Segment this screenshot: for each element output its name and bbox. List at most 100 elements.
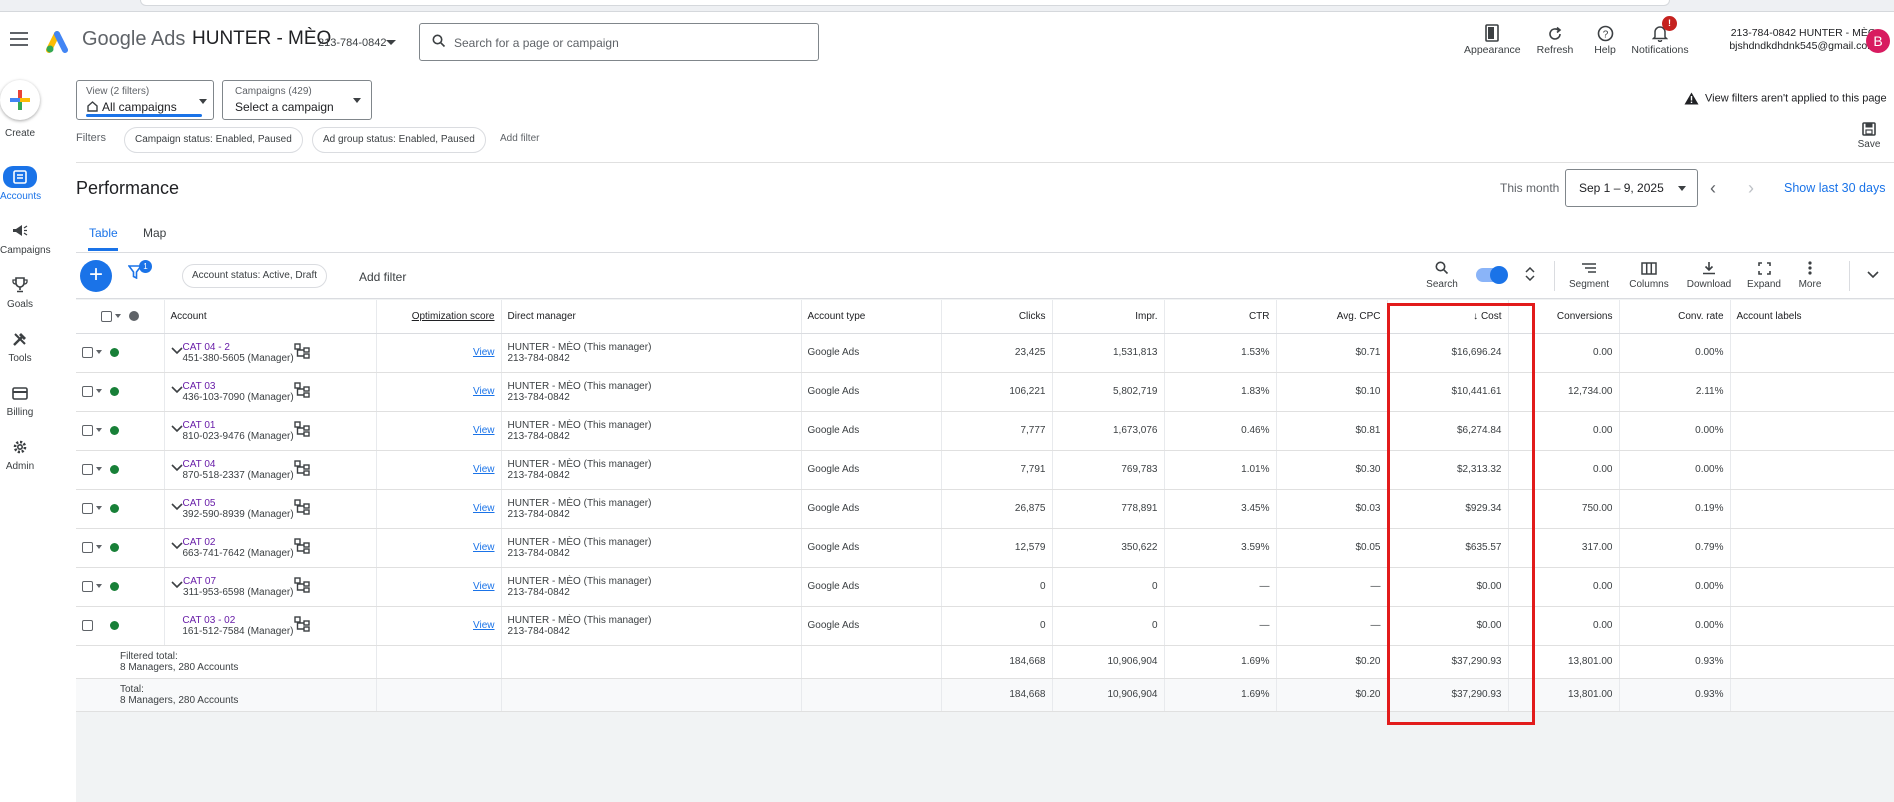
header-conversions[interactable]: Conversions bbox=[1508, 300, 1620, 334]
view-optimization-link[interactable]: View bbox=[473, 386, 495, 397]
row-checkbox[interactable] bbox=[82, 346, 93, 358]
nav-item-accounts[interactable]: Accounts bbox=[0, 166, 41, 202]
chevron-down-icon[interactable] bbox=[96, 350, 102, 355]
view-optimization-link[interactable]: View bbox=[473, 620, 495, 631]
user-account-info[interactable]: 213-784-0842 HUNTER - MÈO bjshdndkdhdnk5… bbox=[1706, 27, 1876, 53]
chevron-down-icon[interactable] bbox=[96, 428, 102, 433]
show-last-30-days-link[interactable]: Show last 30 days bbox=[1784, 181, 1885, 195]
chevron-down-icon[interactable] bbox=[1867, 271, 1879, 279]
header-select[interactable] bbox=[76, 300, 165, 334]
expand-collapse-button[interactable] bbox=[1520, 259, 1540, 291]
tab-map[interactable]: Map bbox=[143, 226, 166, 240]
view-optimization-link[interactable]: View bbox=[473, 347, 495, 358]
header-account-labels[interactable]: Account labels bbox=[1730, 300, 1894, 334]
previous-period-icon[interactable]: ‹ bbox=[1710, 179, 1716, 197]
hierarchy-icon[interactable] bbox=[293, 421, 310, 437]
view-optimization-link[interactable]: View bbox=[473, 464, 495, 475]
notifications-button[interactable]: ! Notifications bbox=[1628, 16, 1692, 56]
select-all-checkbox[interactable] bbox=[100, 310, 112, 322]
table-row[interactable]: CAT 03 436-103-7090 (Manager) View HUNTER -… bbox=[76, 372, 1894, 412]
search-input[interactable]: Search for a page or campaign bbox=[419, 23, 819, 61]
table-row[interactable]: CAT 07 311-953-6598 (Manager) View HUNTER -… bbox=[76, 567, 1894, 607]
view-optimization-link[interactable]: View bbox=[473, 542, 495, 553]
chevron-down-icon[interactable] bbox=[170, 464, 183, 472]
nav-item-tools[interactable]: Tools bbox=[0, 328, 40, 364]
table-search-button[interactable]: Search bbox=[1424, 259, 1460, 290]
filter-chip-campaign-status[interactable]: Campaign status: Enabled, Paused bbox=[124, 127, 303, 153]
hierarchy-icon[interactable] bbox=[293, 616, 310, 632]
row-checkbox[interactable] bbox=[82, 385, 93, 397]
row-checkbox[interactable] bbox=[82, 619, 93, 631]
chevron-down-icon[interactable] bbox=[170, 425, 183, 433]
chevron-down-icon[interactable] bbox=[170, 386, 183, 394]
account-link[interactable]: CAT 02 bbox=[183, 537, 294, 548]
nav-item-goals[interactable]: Goals bbox=[0, 274, 40, 310]
menu-icon[interactable] bbox=[10, 32, 28, 46]
nav-item-billing[interactable]: Billing bbox=[0, 382, 40, 418]
add-button[interactable]: + bbox=[80, 260, 112, 292]
hierarchy-icon[interactable] bbox=[293, 538, 310, 554]
chart-toggle[interactable] bbox=[1476, 266, 1508, 284]
filter-chip-account-status[interactable]: Account status: Active, Draft bbox=[182, 264, 328, 288]
more-button[interactable]: More bbox=[1792, 259, 1828, 290]
account-id[interactable]: 213-784-0842 bbox=[318, 37, 387, 49]
header-account[interactable]: Account bbox=[164, 300, 377, 334]
nav-item-campaigns[interactable]: Campaigns bbox=[0, 220, 51, 256]
chevron-down-icon[interactable] bbox=[170, 581, 183, 589]
chevron-down-icon[interactable] bbox=[96, 545, 102, 550]
hierarchy-icon[interactable] bbox=[293, 343, 310, 359]
view-optimization-link[interactable]: View bbox=[473, 503, 495, 514]
account-link[interactable]: CAT 07 bbox=[183, 576, 293, 587]
account-link[interactable]: CAT 03 - 02 bbox=[182, 615, 293, 626]
chevron-down-icon[interactable] bbox=[170, 542, 183, 550]
view-optimization-link[interactable]: View bbox=[473, 425, 495, 436]
columns-button[interactable]: Columns bbox=[1626, 259, 1672, 290]
appearance-button[interactable]: Appearance bbox=[1464, 20, 1521, 56]
account-link[interactable]: CAT 04 - 2 bbox=[183, 342, 294, 353]
account-switcher-caret-icon[interactable] bbox=[386, 40, 396, 45]
header-avg-cpc[interactable]: Avg. CPC bbox=[1276, 300, 1388, 334]
account-link[interactable]: CAT 04 bbox=[183, 459, 294, 470]
header-account-type[interactable]: Account type bbox=[801, 300, 942, 334]
row-checkbox[interactable] bbox=[82, 463, 93, 475]
create-button[interactable] bbox=[0, 80, 40, 120]
help-button[interactable]: ? Help bbox=[1590, 20, 1620, 56]
table-row[interactable]: CAT 05 392-590-8939 (Manager) View HUNTER -… bbox=[76, 489, 1894, 529]
header-optimization-score[interactable]: Optimization score bbox=[376, 300, 502, 334]
hierarchy-icon[interactable] bbox=[293, 460, 310, 476]
segment-button[interactable]: Segment bbox=[1564, 259, 1614, 290]
avatar[interactable]: B bbox=[1866, 29, 1890, 53]
table-row[interactable]: CAT 04 870-518-2337 (Manager) View HUNTER -… bbox=[76, 450, 1894, 490]
save-button[interactable]: Save bbox=[1856, 122, 1882, 150]
row-checkbox[interactable] bbox=[82, 541, 93, 553]
view-optimization-link[interactable]: View bbox=[473, 581, 495, 592]
chevron-down-icon[interactable] bbox=[96, 389, 102, 394]
header-impressions[interactable]: Impr. bbox=[1052, 300, 1165, 334]
hierarchy-icon[interactable] bbox=[293, 382, 310, 398]
row-checkbox[interactable] bbox=[82, 502, 93, 514]
header-ctr[interactable]: CTR bbox=[1164, 300, 1277, 334]
header-clicks[interactable]: Clicks bbox=[941, 300, 1053, 334]
chevron-down-icon[interactable] bbox=[170, 347, 183, 355]
hierarchy-icon[interactable] bbox=[293, 577, 310, 593]
account-link[interactable]: CAT 03 bbox=[183, 381, 294, 392]
expand-button[interactable]: Expand bbox=[1744, 259, 1784, 290]
table-row[interactable]: CAT 01 810-023-9476 (Manager) View HUNTER -… bbox=[76, 411, 1894, 451]
campaign-selector[interactable]: Campaigns (429) Select a campaign bbox=[222, 80, 372, 120]
header-cost[interactable]: ↓ Cost bbox=[1387, 300, 1509, 334]
add-filter-link[interactable]: Add filter bbox=[500, 133, 539, 144]
header-conv-rate[interactable]: Conv. rate bbox=[1619, 300, 1731, 334]
header-direct-manager[interactable]: Direct manager bbox=[501, 300, 802, 334]
table-row[interactable]: CAT 02 663-741-7642 (Manager) View HUNTER -… bbox=[76, 528, 1894, 568]
chevron-down-icon[interactable] bbox=[170, 503, 183, 511]
nav-item-admin[interactable]: Admin bbox=[0, 436, 40, 472]
table-row[interactable]: CAT 04 - 2 451-380-5605 (Manager) View HUNT… bbox=[76, 333, 1894, 373]
chevron-down-icon[interactable] bbox=[96, 467, 102, 472]
filter-chip-adgroup-status[interactable]: Ad group status: Enabled, Paused bbox=[312, 127, 486, 153]
date-range-picker[interactable]: Sep 1 – 9, 2025 bbox=[1565, 169, 1698, 207]
chevron-down-icon[interactable] bbox=[96, 584, 102, 589]
row-checkbox[interactable] bbox=[82, 580, 93, 592]
chevron-down-icon[interactable] bbox=[114, 314, 121, 319]
table-row[interactable]: CAT 03 - 02 161-512-7584 (Manager) View HUN… bbox=[76, 606, 1894, 646]
tab-table[interactable]: Table bbox=[89, 226, 118, 240]
